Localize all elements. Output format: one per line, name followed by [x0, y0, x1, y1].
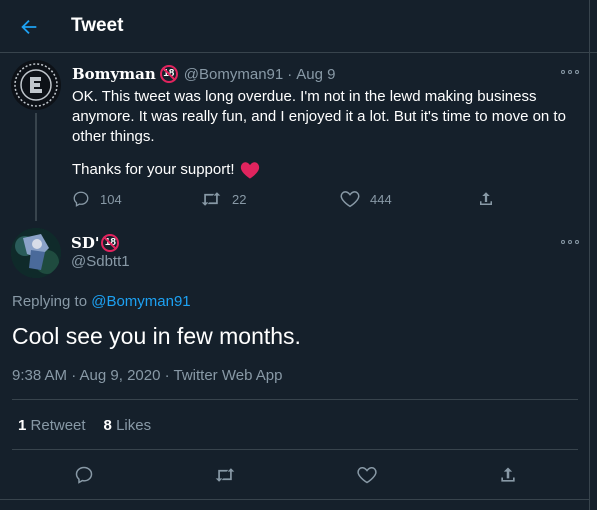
more-options-button[interactable] [561, 66, 579, 78]
thanks-text: Thanks for your support! [72, 161, 235, 178]
handle[interactable]: @Bomyman91 [184, 66, 283, 83]
tweet-stats: 1 Retweet 8 Likes [18, 417, 151, 434]
avatar[interactable] [11, 228, 61, 278]
heart-icon [357, 466, 377, 484]
divider [12, 449, 578, 450]
reply-count: 104 [100, 191, 122, 207]
more-options-button[interactable] [561, 236, 579, 248]
likes-label: Likes [116, 417, 152, 434]
avatar[interactable] [11, 60, 61, 110]
tweet-text: Cool see you in few months. [12, 323, 301, 349]
retweets-count: 1 [18, 417, 27, 434]
retweet-icon [215, 468, 235, 482]
retweet-button[interactable]: 22 [200, 189, 246, 209]
like-count: 444 [370, 191, 392, 207]
divider [0, 499, 589, 500]
tweet-author-line: Bomyman 18 @Bomyman91 · Aug 9 [72, 65, 335, 83]
tweet-timestamp[interactable]: 9:38 AM · Aug 9, 2020 · Twitter Web App [12, 367, 282, 384]
like-button[interactable] [353, 461, 381, 489]
red-heart-icon [240, 162, 259, 179]
tweet-actions [0, 458, 589, 492]
replying-to-line: Replying to @Bomyman91 [12, 293, 191, 310]
column-divider [589, 0, 590, 510]
dot-icon [561, 240, 565, 244]
retweets-label: Retweet [30, 417, 86, 434]
replying-prefix: Replying to [12, 293, 88, 310]
18-badge-icon: 18 [101, 234, 120, 252]
likes-count: 8 [103, 417, 112, 434]
dot-icon [575, 240, 579, 244]
character-avatar-icon [11, 228, 61, 278]
18-badge-icon: 18 [159, 65, 178, 83]
retweet-icon [201, 192, 221, 206]
retweet-count: 22 [232, 191, 247, 207]
share-icon [501, 467, 515, 482]
handle[interactable]: @Sdbtt1 [71, 253, 130, 270]
dot-icon [568, 70, 572, 74]
separator: · [287, 65, 293, 83]
thread-line [35, 113, 37, 221]
tweet-date[interactable]: Aug 9 [296, 66, 335, 83]
reply-icon [75, 466, 93, 484]
likes-stat[interactable]: 8 Likes [104, 417, 152, 434]
logo-avatar-icon [14, 63, 58, 107]
tweet-author-line: SD' 18 [71, 234, 125, 252]
like-button[interactable]: 444 [340, 189, 392, 209]
divider [12, 399, 578, 400]
share-button[interactable] [494, 461, 522, 489]
arrow-left-icon [21, 19, 37, 35]
tweet-text: OK. This tweet was long overdue. I'm not… [72, 88, 566, 145]
reply-icon [73, 191, 89, 207]
page-title: Tweet [71, 15, 124, 36]
dot-icon [575, 70, 579, 74]
retweets-stat[interactable]: 1 Retweet [18, 417, 86, 434]
share-button[interactable] [477, 189, 505, 209]
dot-icon [568, 240, 572, 244]
share-icon [480, 192, 492, 205]
dot-icon [561, 70, 565, 74]
tweet-text-line: Thanks for your support! [72, 160, 260, 180]
display-name[interactable]: SD' [71, 234, 99, 252]
heart-icon [340, 191, 360, 208]
replying-to-link[interactable]: @Bomyman91 [91, 293, 190, 310]
reply-button[interactable]: 104 [72, 189, 122, 209]
reply-button[interactable] [70, 461, 98, 489]
back-button[interactable] [14, 12, 44, 42]
retweet-button[interactable] [211, 461, 239, 489]
display-name[interactable]: Bomyman [72, 65, 156, 83]
